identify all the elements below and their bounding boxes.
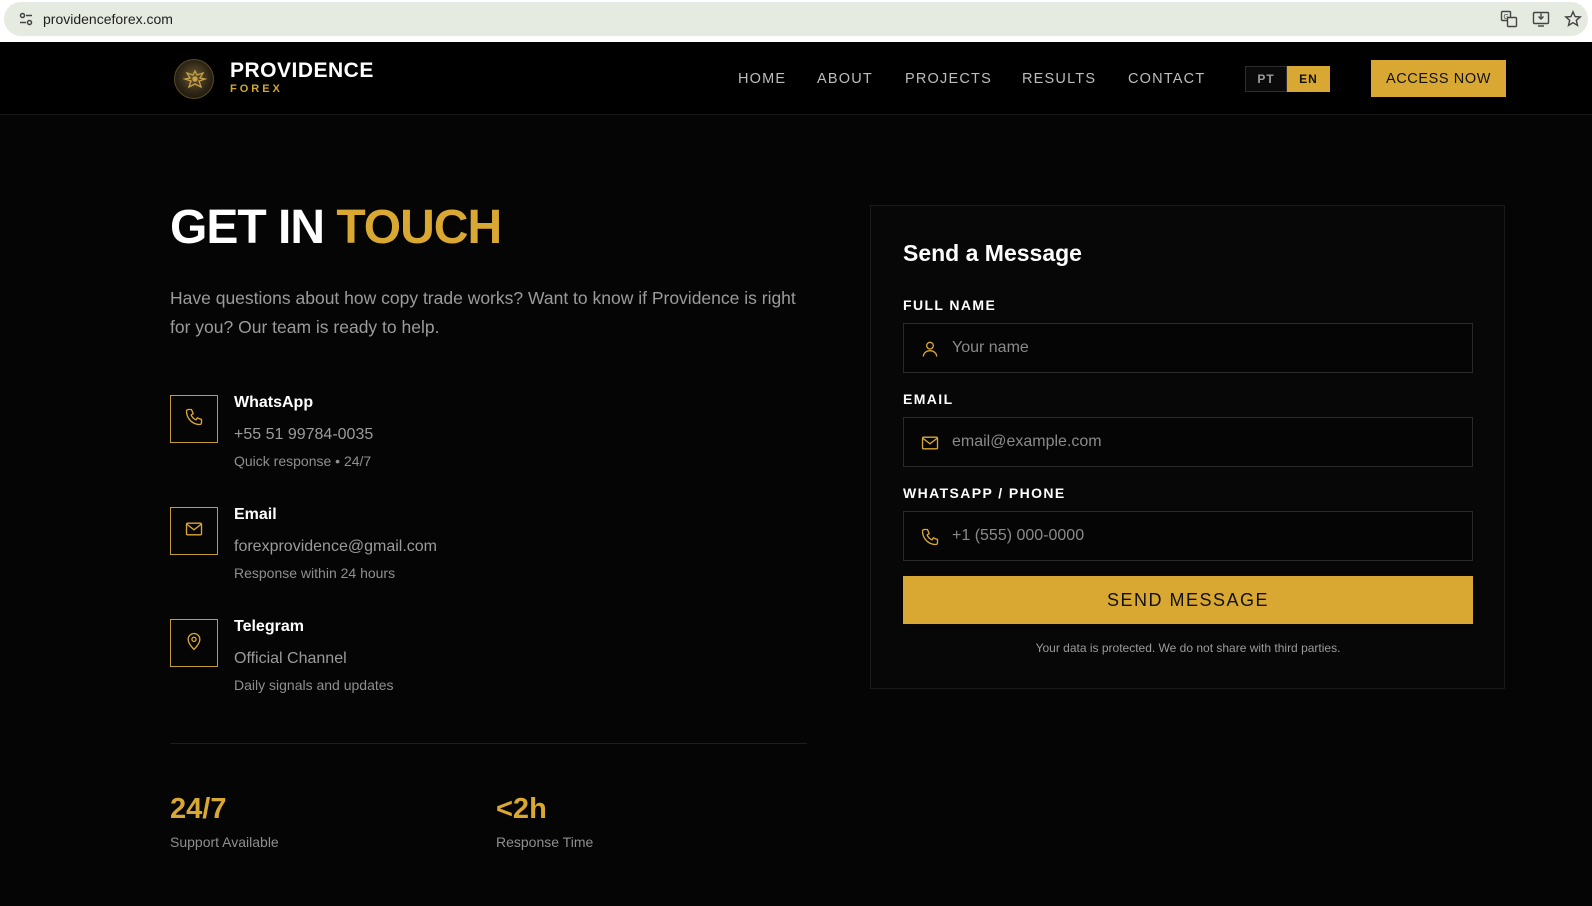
user-icon [920, 339, 940, 359]
nav-home[interactable]: HOME [738, 71, 786, 87]
whatsapp-number[interactable]: +55 51 99784-0035 [234, 426, 373, 444]
whatsapp-note: Quick response • 24/7 [234, 453, 372, 469]
email-note: Response within 24 hours [234, 565, 396, 581]
nav-contact[interactable]: CONTACT [1128, 71, 1205, 87]
bookmark-star-icon[interactable] [1564, 10, 1582, 28]
telegram-note: Daily signals and updates [234, 677, 394, 693]
brand-subtitle: FOREX [230, 83, 283, 95]
full-name-label: FULL NAME [903, 297, 997, 313]
stat-support-value: 24/7 [170, 793, 227, 825]
phone-label: WHATSAPP / PHONE [903, 485, 1066, 501]
mail-icon [184, 519, 204, 544]
eagle-emblem-icon[interactable] [174, 59, 214, 99]
translate-icon[interactable]: G [1500, 10, 1518, 28]
email-icon-box [170, 507, 218, 555]
svg-text:G: G [1504, 14, 1509, 21]
language-en-button[interactable]: EN [1287, 66, 1330, 92]
install-app-icon[interactable] [1532, 10, 1550, 28]
nav-projects[interactable]: PROJECTS [905, 71, 992, 87]
map-pin-icon [184, 631, 204, 656]
telegram-title: Telegram [234, 618, 304, 635]
section-divider [170, 743, 807, 744]
nav-about[interactable]: ABOUT [817, 71, 873, 87]
browser-toolbar: providenceforex.com G [0, 0, 1592, 42]
language-pt-button[interactable]: PT [1245, 66, 1287, 92]
email-label: EMAIL [903, 391, 954, 407]
telegram-channel[interactable]: Official Channel [234, 650, 347, 668]
phone-icon [184, 407, 204, 432]
url-text[interactable]: providenceforex.com [43, 11, 173, 27]
privacy-note: Your data is protected. We do not share … [1035, 641, 1341, 655]
phone-field[interactable] [903, 511, 1473, 561]
brand-name[interactable]: PROVIDENCE [230, 59, 374, 83]
phone-input[interactable] [952, 512, 1462, 560]
nav-results[interactable]: RESULTS [1022, 71, 1096, 87]
form-title: Send a Message [903, 240, 1082, 266]
address-bar[interactable]: providenceforex.com G [4, 2, 1588, 36]
full-name-input[interactable] [952, 324, 1462, 372]
phone-icon [920, 527, 940, 547]
intro-text: Have questions about how copy trade work… [170, 288, 796, 337]
full-name-field[interactable] [903, 323, 1473, 373]
page-title: GET IN TOUCH [170, 200, 502, 255]
email-address[interactable]: forexprovidence@gmail.com [234, 538, 437, 556]
whatsapp-icon-box [170, 395, 218, 443]
send-message-button[interactable]: SEND MESSAGE [903, 576, 1473, 624]
mail-icon [920, 433, 940, 453]
whatsapp-title: WhatsApp [234, 394, 314, 411]
site-header: PROVIDENCE FOREX HOME ABOUT PROJECTS RES… [0, 42, 1592, 115]
email-input[interactable] [952, 418, 1462, 466]
email-title: Email [234, 506, 277, 523]
email-field[interactable] [903, 417, 1473, 467]
access-now-button[interactable]: ACCESS NOW [1371, 60, 1506, 97]
stat-support-label: Support Available [170, 834, 279, 850]
title-gold-part: TOUCH [336, 201, 502, 254]
site-settings-icon[interactable] [18, 11, 34, 27]
title-white-part: GET IN [170, 201, 337, 254]
telegram-icon-box [170, 619, 218, 667]
contact-form-card: Send a Message FULL NAME EMAIL WHATSAPP … [870, 205, 1505, 689]
stat-response-value: <2h [496, 793, 547, 825]
stat-response-label: Response Time [496, 834, 594, 850]
